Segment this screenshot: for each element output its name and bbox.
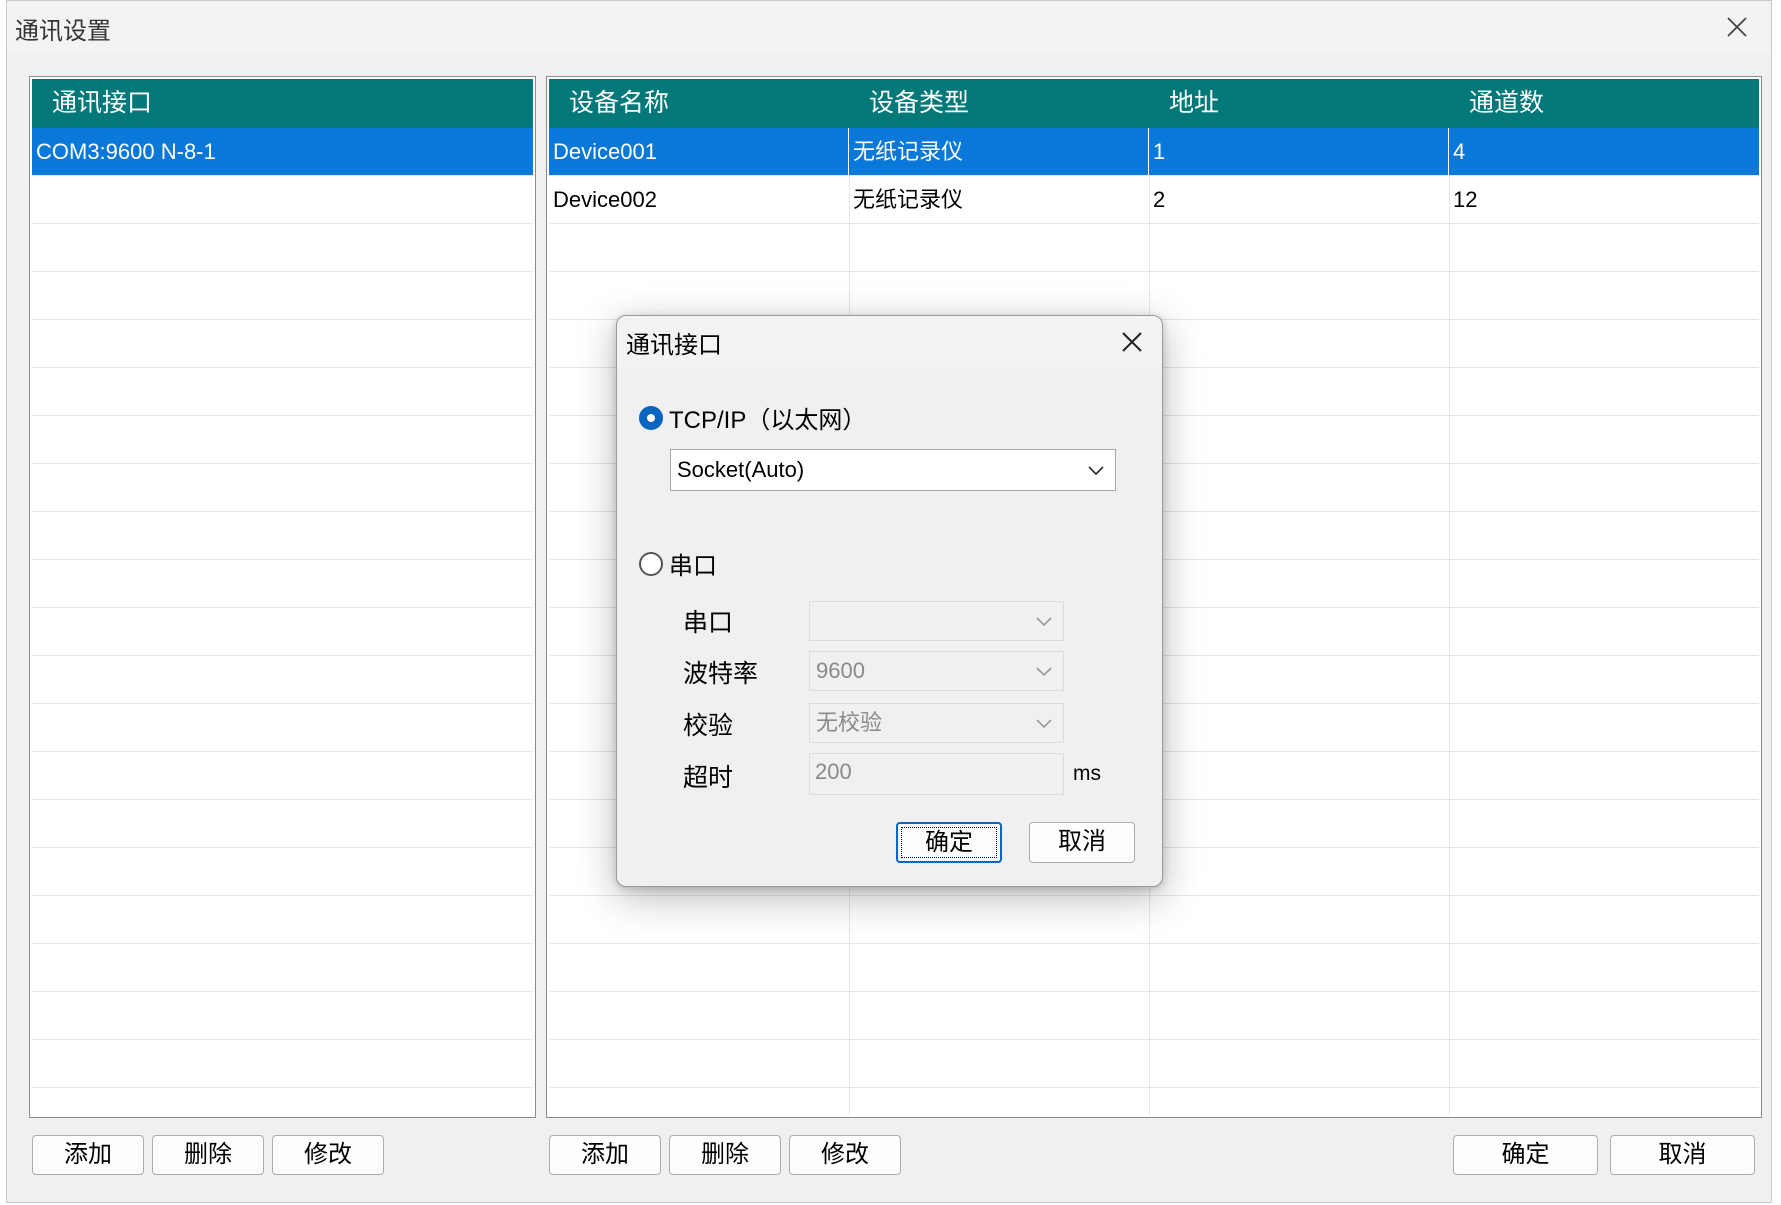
interface-column-header: 通讯接口 — [52, 89, 153, 117]
device-type-cell: 无纸记录仪 — [853, 187, 964, 212]
add-device-button[interactable]: 添加 — [549, 1135, 661, 1175]
address-cell: 2 — [1153, 187, 1166, 212]
column-header-address: 地址 — [1169, 89, 1220, 117]
empty-row — [549, 944, 1759, 992]
tcp-ip-label: TCP/IP（以太网） — [669, 407, 867, 434]
empty-row — [32, 848, 533, 896]
parity-select: 无校验 — [809, 703, 1064, 743]
interface-list-header: 通讯接口 — [32, 79, 533, 128]
column-header-device-type: 设备类型 — [869, 89, 970, 117]
interface-list-body: COM3:9600 N-8-1 — [32, 128, 533, 1115]
channel-count-cell: 12 — [1453, 187, 1478, 212]
empty-row — [32, 560, 533, 608]
ok-button[interactable]: 确定 — [1453, 1135, 1598, 1175]
empty-row — [32, 800, 533, 848]
empty-row — [32, 320, 533, 368]
column-header-channel-count: 通道数 — [1469, 89, 1545, 117]
empty-row — [32, 896, 533, 944]
empty-row — [32, 704, 533, 752]
timeout-unit: ms — [1073, 762, 1101, 785]
socket-select-value: Socket(Auto) — [677, 457, 805, 482]
empty-row — [32, 176, 533, 224]
empty-row — [32, 944, 533, 992]
empty-row — [32, 464, 533, 512]
delete-interface-button[interactable]: 删除 — [152, 1135, 264, 1175]
chevron-down-icon — [1036, 719, 1052, 729]
parity-label: 校验 — [683, 712, 734, 740]
chevron-down-icon — [1036, 667, 1052, 677]
empty-row — [32, 752, 533, 800]
empty-row — [549, 896, 1759, 944]
dialog-ok-button[interactable]: 确定 — [896, 822, 1002, 863]
socket-select[interactable]: Socket(Auto) — [670, 449, 1116, 491]
modify-device-button[interactable]: 修改 — [789, 1135, 901, 1175]
timeout-label: 超时 — [683, 764, 734, 792]
cancel-button[interactable]: 取消 — [1610, 1135, 1755, 1175]
title-bar: 通讯设置 — [7, 1, 1771, 53]
dialog-title-bar: 通讯接口 — [617, 316, 1162, 368]
interface-cell: COM3:9600 N-8-1 — [36, 139, 216, 164]
dialog-title: 通讯接口 — [626, 332, 722, 359]
tcp-ip-radio[interactable]: TCP/IP（以太网） — [639, 400, 866, 435]
focus-ring — [901, 827, 997, 858]
baud-rate-label: 波特率 — [683, 660, 759, 688]
port-select — [809, 601, 1064, 641]
delete-device-button[interactable]: 删除 — [669, 1135, 781, 1175]
empty-row — [549, 992, 1759, 1040]
empty-row — [32, 224, 533, 272]
window-title: 通讯设置 — [15, 18, 111, 45]
table-row[interactable]: Device001 无纸记录仪 1 4 — [549, 128, 1759, 176]
port-label: 串口 — [683, 609, 734, 637]
add-interface-button[interactable]: 添加 — [32, 1135, 144, 1175]
empty-row — [32, 992, 533, 1040]
empty-row — [549, 224, 1759, 272]
window-close-button[interactable] — [1717, 9, 1757, 45]
device-name-cell: Device001 — [549, 128, 849, 175]
device-type-cell: 无纸记录仪 — [849, 128, 1149, 175]
timeout-input: 200 — [809, 753, 1064, 795]
device-name-cell: Device002 — [553, 187, 657, 212]
empty-row — [32, 608, 533, 656]
radio-selected-icon — [639, 405, 663, 430]
address-cell: 1 — [1149, 128, 1449, 175]
comm-interface-dialog: 通讯接口 TCP/IP（以太网） Socket(Auto) 串口 串口 波特率 … — [616, 315, 1163, 887]
interface-row[interactable]: COM3:9600 N-8-1 — [32, 128, 533, 176]
dialog-cancel-button[interactable]: 取消 — [1029, 822, 1135, 863]
dialog-close-button[interactable] — [1112, 322, 1152, 362]
empty-row — [32, 512, 533, 560]
interface-list: 通讯接口 COM3:9600 N-8-1 — [29, 76, 536, 1118]
device-table-header: 设备名称 设备类型 地址 通道数 — [549, 79, 1759, 128]
channel-count-cell: 4 — [1453, 139, 1466, 164]
serial-radio[interactable]: 串口 — [639, 546, 717, 581]
table-row[interactable]: Device002 无纸记录仪 2 12 — [549, 176, 1759, 224]
empty-row — [549, 1040, 1759, 1088]
empty-row — [32, 368, 533, 416]
chevron-down-icon — [1036, 617, 1052, 627]
column-header-device-name: 设备名称 — [569, 89, 670, 117]
radio-unselected-icon — [639, 551, 663, 576]
close-icon — [1727, 17, 1747, 37]
empty-row — [32, 1040, 533, 1088]
empty-row — [549, 272, 1759, 320]
close-icon — [1122, 332, 1142, 352]
baud-rate-value: 9600 — [816, 658, 865, 683]
empty-row — [32, 272, 533, 320]
parity-value: 无校验 — [816, 710, 883, 735]
empty-row — [32, 656, 533, 704]
serial-label: 串口 — [669, 553, 717, 580]
chevron-down-icon — [1088, 466, 1104, 476]
baud-rate-select: 9600 — [809, 651, 1064, 691]
modify-interface-button[interactable]: 修改 — [272, 1135, 384, 1175]
empty-row — [32, 416, 533, 464]
